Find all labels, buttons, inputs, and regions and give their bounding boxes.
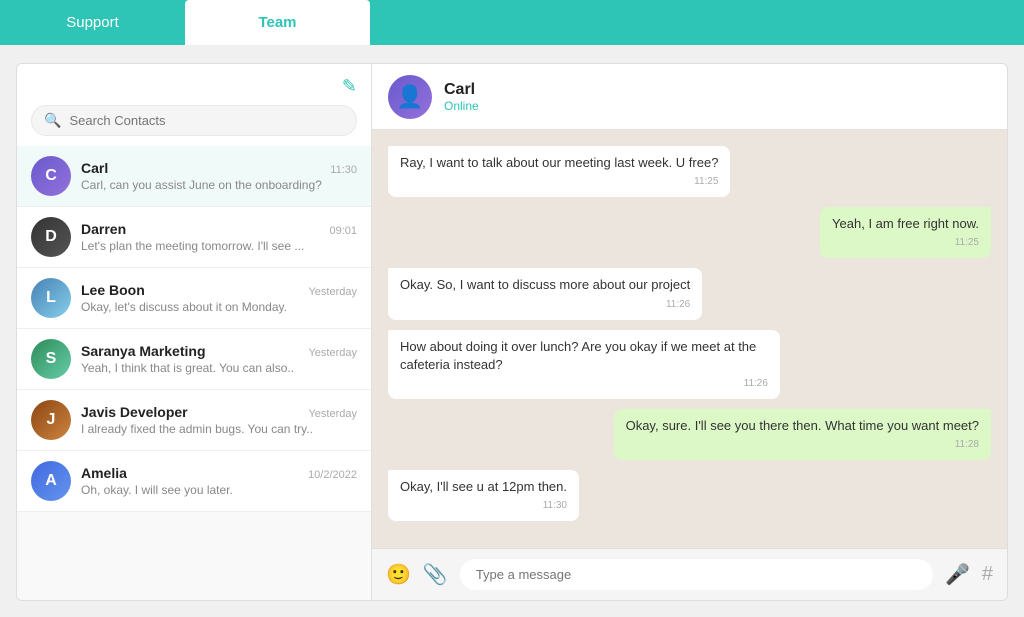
message-row: Okay. So, I want to discuss more about o…: [388, 268, 991, 319]
contact-time: 11:30: [330, 164, 357, 176]
contact-item-darren[interactable]: D Darren 09:01 Let's plan the meeting to…: [17, 207, 371, 268]
message-time: 11:28: [626, 438, 979, 452]
contact-preview: Let's plan the meeting tomorrow. I'll se…: [81, 239, 357, 253]
message-input[interactable]: [460, 559, 933, 590]
message-bubble: Yeah, I am free right now. 11:25: [820, 207, 991, 258]
contact-name: Lee Boon: [81, 282, 145, 298]
contact-time: Yesterday: [308, 286, 357, 298]
main-container: ✎ 🔍 C Carl 11:30 Carl, can you assist Ju…: [16, 63, 1008, 601]
contact-preview: Oh, okay. I will see you later.: [81, 483, 357, 497]
contact-info: Javis Developer Yesterday I already fixe…: [81, 404, 357, 436]
avatar: C: [31, 156, 71, 196]
contact-info: Carl 11:30 Carl, can you assist June on …: [81, 160, 357, 192]
avatar: S: [31, 339, 71, 379]
contact-item-javis[interactable]: J Javis Developer Yesterday I already fi…: [17, 390, 371, 451]
contact-item-lee[interactable]: L Lee Boon Yesterday Okay, let's discuss…: [17, 268, 371, 329]
message-time: 11:26: [400, 298, 690, 312]
message-text: Okay, I'll see u at 12pm then.: [400, 479, 567, 494]
chat-user-info: Carl Online: [444, 81, 991, 113]
message-bubble: Okay, I'll see u at 12pm then. 11:30: [388, 470, 579, 521]
avatar: D: [31, 217, 71, 257]
message-bubble: Okay, sure. I'll see you there then. Wha…: [614, 409, 991, 460]
message-text: Okay, sure. I'll see you there then. Wha…: [626, 418, 979, 433]
contact-info: Lee Boon Yesterday Okay, let's discuss a…: [81, 282, 357, 314]
message-bubble: Ray, I want to talk about our meeting la…: [388, 146, 730, 197]
messages-area: Ray, I want to talk about our meeting la…: [372, 130, 1007, 548]
contact-preview: Carl, can you assist June on the onboard…: [81, 178, 357, 192]
contact-info: Saranya Marketing Yesterday Yeah, I thin…: [81, 343, 357, 375]
contacts-list: C Carl 11:30 Carl, can you assist June o…: [17, 146, 371, 600]
search-input[interactable]: [69, 113, 344, 128]
contact-time: 10/2/2022: [308, 469, 357, 481]
message-time: 11:26: [400, 377, 768, 391]
contact-name: Saranya Marketing: [81, 343, 206, 359]
contact-name: Amelia: [81, 465, 127, 481]
avatar: J: [31, 400, 71, 440]
emoji-icon[interactable]: 🙂: [386, 562, 411, 587]
search-icon: 🔍: [44, 112, 61, 129]
message-text: Ray, I want to talk about our meeting la…: [400, 155, 718, 170]
contact-item-saranya[interactable]: S Saranya Marketing Yesterday Yeah, I th…: [17, 329, 371, 390]
chat-user-name: Carl: [444, 81, 991, 99]
chat-header: 👤 Carl Online: [372, 64, 1007, 130]
contact-name: Darren: [81, 221, 126, 237]
attach-icon[interactable]: 📎: [423, 562, 448, 587]
contact-time: Yesterday: [308, 408, 357, 420]
chat-panel: 👤 Carl Online Ray, I want to talk about …: [372, 64, 1007, 600]
contact-preview: Okay, let's discuss about it on Monday.: [81, 300, 357, 314]
chat-input-area: 🙂 📎 🎤 #: [372, 548, 1007, 600]
message-bubble: Okay. So, I want to discuss more about o…: [388, 268, 702, 319]
tab-support[interactable]: Support: [0, 0, 185, 45]
message-text: How about doing it over lunch? Are you o…: [400, 339, 756, 372]
contact-info: Amelia 10/2/2022 Oh, okay. I will see yo…: [81, 465, 357, 497]
sidebar-header: ✎: [17, 64, 371, 105]
top-nav: Support Team: [0, 0, 1024, 45]
compose-icon[interactable]: ✎: [342, 76, 357, 97]
message-time: 11:30: [400, 499, 567, 513]
hash-icon[interactable]: #: [982, 563, 993, 586]
chat-user-status: Online: [444, 99, 991, 113]
search-bar: 🔍: [17, 105, 371, 146]
message-row: Yeah, I am free right now. 11:25: [388, 207, 991, 258]
mic-icon[interactable]: 🎤: [945, 562, 970, 587]
message-bubble: How about doing it over lunch? Are you o…: [388, 330, 780, 399]
contact-time: 09:01: [329, 225, 357, 237]
contact-preview: I already fixed the admin bugs. You can …: [81, 422, 357, 436]
message-time: 11:25: [832, 236, 979, 250]
avatar: L: [31, 278, 71, 318]
contact-time: Yesterday: [308, 347, 357, 359]
message-row: Okay, I'll see u at 12pm then. 11:30: [388, 470, 991, 521]
contact-item-carl[interactable]: C Carl 11:30 Carl, can you assist June o…: [17, 146, 371, 207]
message-row: Okay, sure. I'll see you there then. Wha…: [388, 409, 991, 460]
contact-info: Darren 09:01 Let's plan the meeting tomo…: [81, 221, 357, 253]
avatar: A: [31, 461, 71, 501]
message-time: 11:25: [400, 175, 718, 189]
contact-name: Javis Developer: [81, 404, 188, 420]
contact-preview: Yeah, I think that is great. You can als…: [81, 361, 357, 375]
message-row: Ray, I want to talk about our meeting la…: [388, 146, 991, 197]
contact-item-amelia[interactable]: A Amelia 10/2/2022 Oh, okay. I will see …: [17, 451, 371, 512]
tab-team[interactable]: Team: [185, 0, 370, 45]
chat-contact-avatar: 👤: [388, 75, 432, 119]
message-text: Yeah, I am free right now.: [832, 216, 979, 231]
message-text: Okay. So, I want to discuss more about o…: [400, 277, 690, 292]
search-input-wrap: 🔍: [31, 105, 357, 136]
message-row: How about doing it over lunch? Are you o…: [388, 330, 991, 399]
sidebar: ✎ 🔍 C Carl 11:30 Carl, can you assist Ju…: [17, 64, 372, 600]
contact-name: Carl: [81, 160, 108, 176]
